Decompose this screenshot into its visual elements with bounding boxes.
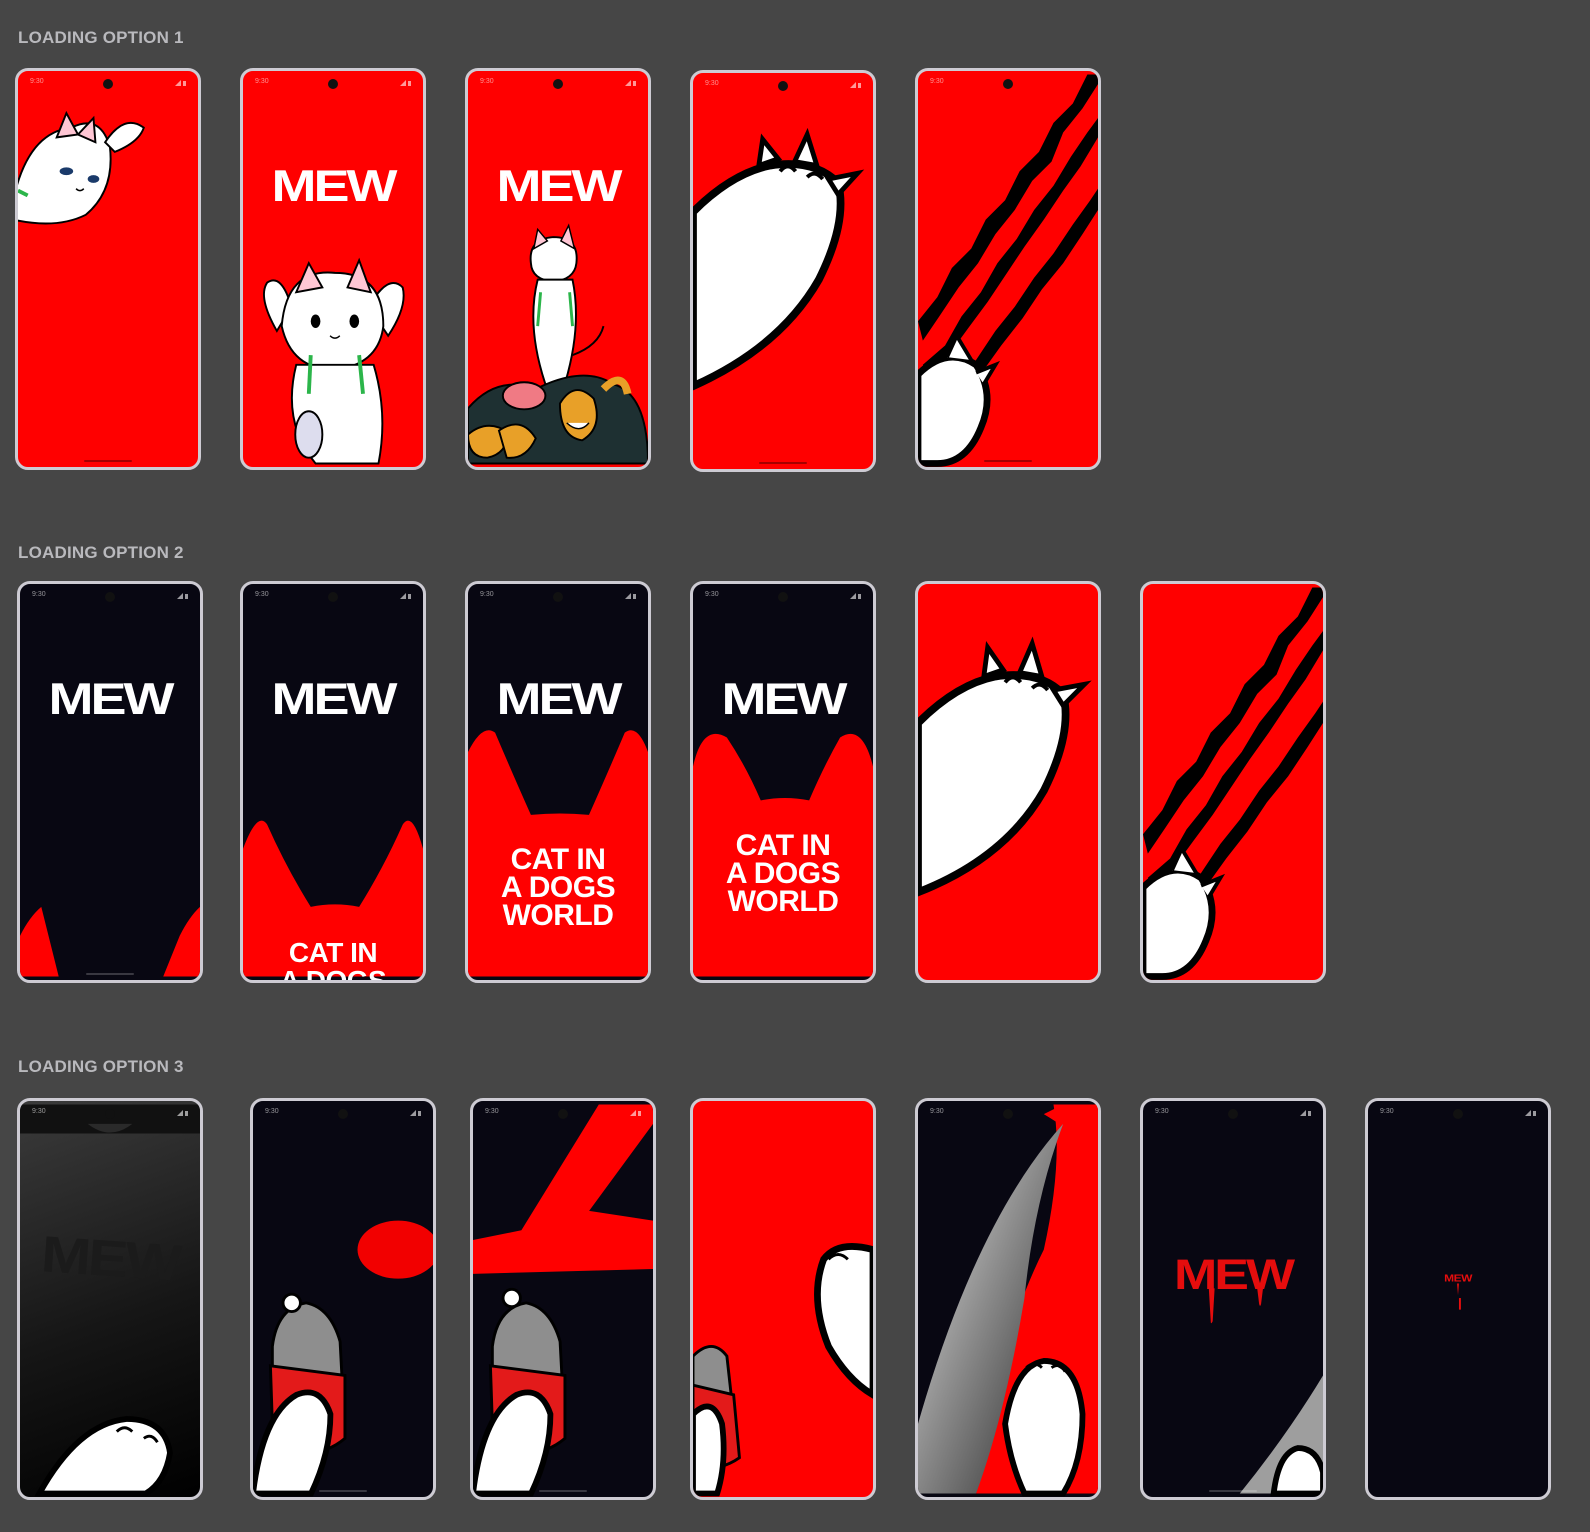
signal-icon xyxy=(407,1110,421,1116)
signal-icon xyxy=(847,82,861,88)
option1-frame1[interactable]: 9:30 xyxy=(15,68,201,470)
signal-icon xyxy=(847,593,861,599)
status-time: 9:30 xyxy=(930,78,944,85)
tagline-line-2: A DOGS xyxy=(725,857,841,890)
option3-frame1[interactable]: MEW 9:30 xyxy=(17,1098,203,1500)
section-title-option-2: LOADING OPTION 2 xyxy=(18,543,184,562)
page-peel-illustration xyxy=(918,1104,1098,1497)
home-indicator xyxy=(84,460,132,462)
option3-frame3[interactable]: 9:30 xyxy=(470,1098,656,1500)
signal-icon xyxy=(622,80,636,86)
camera-icon xyxy=(103,79,113,89)
camera-icon xyxy=(328,79,338,89)
cat-peeking-illustration xyxy=(18,110,145,225)
status-time: 9:30 xyxy=(480,78,494,85)
spray-can-illustration xyxy=(253,1220,433,1497)
signal-icon xyxy=(397,593,411,599)
red-ears-rising-illustration xyxy=(20,906,200,977)
paw-corner-illustration xyxy=(20,1104,200,1497)
home-indicator xyxy=(759,462,807,464)
camera-icon xyxy=(553,79,563,89)
option3-frame2[interactable]: 9:30 xyxy=(250,1098,436,1500)
signal-icon xyxy=(172,80,186,86)
home-indicator xyxy=(1209,1490,1257,1492)
status-time: 9:30 xyxy=(705,591,719,598)
option2-frame6[interactable] xyxy=(1140,581,1326,983)
camera-icon xyxy=(778,592,788,602)
camera-icon xyxy=(1453,1109,1463,1119)
signal-icon xyxy=(1522,1110,1536,1116)
signal-icon xyxy=(622,593,636,599)
signal-icon xyxy=(627,1110,641,1116)
home-indicator xyxy=(984,460,1032,462)
section-title-option-1: LOADING OPTION 1 xyxy=(18,28,184,47)
option1-frame4[interactable]: 9:30 xyxy=(690,70,876,472)
option3-frame7[interactable]: MEW 9:30 xyxy=(1365,1098,1551,1500)
tagline-line-2: A DOGS xyxy=(500,871,616,904)
camera-icon xyxy=(105,1109,115,1119)
tagline-line-1: CAT IN xyxy=(510,843,606,876)
cat-jumping-illustration xyxy=(263,257,405,465)
drip-and-paw-illustration xyxy=(1208,1288,1323,1497)
signal-icon xyxy=(174,593,188,599)
status-time: 9:30 xyxy=(705,80,719,87)
paw-swipe-illustration xyxy=(693,127,865,391)
option2-frame4[interactable]: MEW CAT IN A DOGS WORLD 9:30 xyxy=(690,581,876,983)
camera-icon xyxy=(553,592,563,602)
option2-frame1[interactable]: MEW 9:30 xyxy=(17,581,203,983)
signal-icon xyxy=(174,1110,188,1116)
option2-frame2[interactable]: MEW CAT IN A DOGS 9:30 xyxy=(240,581,426,983)
status-time: 9:30 xyxy=(255,78,269,85)
camera-icon xyxy=(1003,1109,1013,1119)
claw-scratch-illustration xyxy=(1143,587,1323,980)
status-time: 9:30 xyxy=(480,591,494,598)
paw-swipe-illustration xyxy=(918,636,1092,897)
status-time: 9:30 xyxy=(485,1108,499,1115)
camera-icon xyxy=(1003,79,1013,89)
camera-icon xyxy=(1228,1109,1238,1119)
camera-icon xyxy=(338,1109,348,1119)
tagline-line-2: A DOGS xyxy=(279,965,387,983)
tagline-line-3: WORLD xyxy=(727,885,839,918)
option1-frame3[interactable]: MEW 9:30 xyxy=(465,68,651,470)
option1-frame5[interactable]: 9:30 xyxy=(915,68,1101,470)
camera-icon xyxy=(105,592,115,602)
status-time: 9:30 xyxy=(265,1108,279,1115)
status-time: 9:30 xyxy=(1155,1108,1169,1115)
claw-scratch-illustration xyxy=(918,74,1098,467)
option3-frame6[interactable]: MEW 9:30 xyxy=(1140,1098,1326,1500)
spray-can-illustration xyxy=(473,1104,653,1497)
status-time: 9:30 xyxy=(255,591,269,598)
option1-frame2[interactable]: MEW 9:30 xyxy=(240,68,426,470)
status-time: 9:30 xyxy=(930,1108,944,1115)
status-time: 9:30 xyxy=(1380,1108,1394,1115)
red-cat-head-illustration xyxy=(693,733,873,977)
option3-frame5[interactable]: 9:30 xyxy=(915,1098,1101,1500)
status-time: 9:30 xyxy=(32,1108,46,1115)
option2-frame5[interactable] xyxy=(915,581,1101,983)
tagline-line-1: CAT IN xyxy=(288,937,378,968)
tagline-line-1: CAT IN xyxy=(735,829,831,862)
camera-icon xyxy=(778,81,788,91)
section-title-option-3: LOADING OPTION 3 xyxy=(18,1057,184,1076)
home-indicator xyxy=(539,1490,587,1492)
tagline-line-3: WORLD xyxy=(502,899,614,932)
option3-frame4[interactable] xyxy=(690,1098,876,1500)
signal-icon xyxy=(397,80,411,86)
paw-and-can-illustration xyxy=(693,1243,873,1497)
home-indicator xyxy=(86,973,134,975)
status-time: 9:30 xyxy=(32,591,46,598)
home-indicator xyxy=(319,1490,367,1492)
status-time: 9:30 xyxy=(30,78,44,85)
option2-frame3[interactable]: MEW CAT IN A DOGS WORLD 9:30 xyxy=(465,581,651,983)
small-drip-illustration xyxy=(1457,1283,1461,1310)
camera-icon xyxy=(558,1109,568,1119)
camera-icon xyxy=(328,592,338,602)
red-cat-head-illustration xyxy=(243,820,423,977)
cat-on-dog-pile-illustration xyxy=(468,223,648,465)
signal-icon xyxy=(1297,1110,1311,1116)
